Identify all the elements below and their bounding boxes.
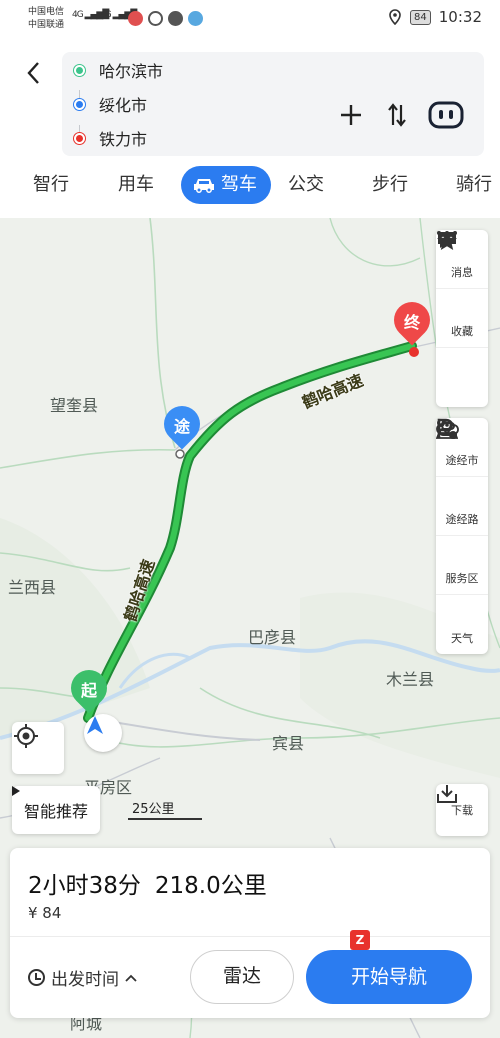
destination-label: 铁力市 [99, 130, 148, 149]
weather-icon [436, 419, 474, 626]
caret-right-icon [12, 786, 20, 796]
toll-cost: ¥ 84 [28, 904, 62, 922]
waypoint-row[interactable]: 绥化市 [74, 89, 147, 119]
map-scale: 25公里 [128, 798, 202, 820]
plus-icon [341, 105, 361, 125]
robot-icon [428, 101, 464, 129]
via-marker-label: 途 [173, 417, 190, 436]
destination-dot-icon [74, 132, 85, 144]
more-button[interactable] [436, 231, 488, 407]
clock-time: 10:32 [438, 8, 482, 26]
back-button[interactable] [24, 60, 52, 88]
status-bar: 中国电信 中国联通 4G ▂▄▆█ 4G ▂▄▆█ 84 10:32 [0, 0, 500, 38]
browser-app-icon [188, 11, 203, 26]
tab-transit[interactable]: 公交 [288, 166, 324, 204]
download-button[interactable]: 下载 [436, 784, 488, 836]
route-distance: 218.0公里 [154, 873, 267, 899]
route-summary: 2小时38分 218.0公里 [28, 866, 281, 900]
tab-drive[interactable]: 驾车 [181, 166, 271, 204]
end-marker-label: 终 [403, 313, 420, 332]
map-toolbox-route: 途经市 途经路 服务区 天气 [436, 418, 488, 654]
place-mulan: 木兰县 [386, 670, 435, 689]
sheet-divider [10, 936, 490, 937]
car-icon [194, 179, 214, 193]
origin-label: 哈尔滨市 [99, 62, 164, 81]
route-summary-sheet[interactable]: 2小时38分 218.0公里 ¥ 84 出发时间 雷达 开始导航 Z [10, 848, 490, 1018]
place-bayan: 巴彦县 [248, 628, 297, 647]
tab-walk[interactable]: 步行 [372, 166, 408, 204]
weather-label: 天气 [451, 631, 473, 645]
message-label: 消息 [451, 266, 473, 279]
star-icon [437, 231, 474, 319]
start-marker-label: 起 [80, 681, 97, 700]
route-header: 哈尔滨市 绥化市 铁力市 智行 用车 驾车 公交 步行 骑行 [0, 38, 500, 218]
tab-drive-label: 驾车 [221, 174, 257, 195]
end-marker[interactable]: 终 [386, 294, 438, 346]
app-notify-icon [148, 11, 163, 26]
chevron-left-icon [27, 62, 39, 84]
place-wangkui: 望奎县 [50, 396, 99, 415]
add-stop-button[interactable] [334, 100, 368, 130]
radar-button[interactable]: 雷达 [190, 950, 294, 1004]
waypoint-road-button[interactable]: 途经路 [436, 419, 488, 536]
smart-recommend-label: 智能推荐 [24, 802, 89, 821]
service-area-icon [437, 418, 474, 566]
favorites-button[interactable]: 收藏 [436, 231, 488, 348]
chat-app-icon [168, 11, 183, 26]
chevron-up-icon [125, 974, 137, 982]
battery-level: 84 [410, 9, 431, 25]
smart-recommend-button[interactable]: 智能推荐 [12, 786, 101, 834]
favorites-label: 收藏 [451, 325, 473, 338]
start-navigation-button[interactable]: 开始导航 [306, 950, 472, 1004]
destination-row[interactable]: 铁力市 [74, 123, 147, 153]
route-duration: 2小时38分 [28, 873, 141, 899]
status-right: 84 10:32 [388, 8, 482, 26]
locate-me-button[interactable] [12, 722, 64, 774]
mic-app-icon [128, 11, 143, 26]
download-icon [437, 785, 457, 803]
tab-bike[interactable]: 骑行 [456, 166, 492, 204]
mode-tabs: 智行 用车 驾车 公交 步行 骑行 [0, 166, 500, 206]
place-lanxi: 兰西县 [8, 578, 57, 597]
origin-row[interactable]: 哈尔滨市 [74, 55, 163, 85]
swap-route-button[interactable] [380, 100, 414, 130]
assistant-button[interactable] [426, 100, 466, 130]
service-area-button[interactable]: 服务区 [436, 418, 488, 595]
departure-time-label: 出发时间 [51, 970, 119, 990]
clock-icon [28, 969, 45, 986]
location-status-icon [389, 9, 401, 25]
carrier-info: 中国电信 中国联通 [28, 6, 64, 32]
start-marker[interactable]: 起 [63, 662, 115, 714]
place-binxian: 宾县 [272, 734, 305, 753]
route-stops-panel: 哈尔滨市 绥化市 铁力市 [62, 52, 484, 156]
swap-icon [388, 103, 406, 127]
current-position-marker [84, 714, 122, 752]
carrier-2: 中国联通 [28, 20, 65, 30]
more-icon [437, 231, 474, 389]
via-marker[interactable]: 途 [156, 398, 208, 450]
origin-dot-icon [74, 64, 85, 76]
waypoint-city-label: 途经市 [445, 454, 479, 467]
tab-ride-hailing[interactable]: 用车 [118, 166, 154, 204]
waypoint-label: 绥化市 [99, 96, 148, 115]
weather-button[interactable]: 天气 [436, 419, 488, 654]
download-label: 下载 [451, 804, 473, 817]
tab-smart[interactable]: 智行 [33, 166, 69, 204]
crosshair-icon [14, 724, 38, 748]
waypoint-road-label: 途经路 [445, 513, 479, 526]
waypoint-road-icon [437, 419, 474, 507]
waypoint-dot-icon [74, 98, 85, 110]
carrier-1: 中国电信 [28, 7, 65, 17]
departure-time-button[interactable]: 出发时间 [28, 965, 137, 990]
service-area-label: 服务区 [445, 572, 479, 585]
navigation-badge: Z [350, 930, 370, 950]
navigation-arrow-icon [87, 716, 103, 734]
map-toolbox-top: 消息 收藏 [436, 230, 488, 407]
